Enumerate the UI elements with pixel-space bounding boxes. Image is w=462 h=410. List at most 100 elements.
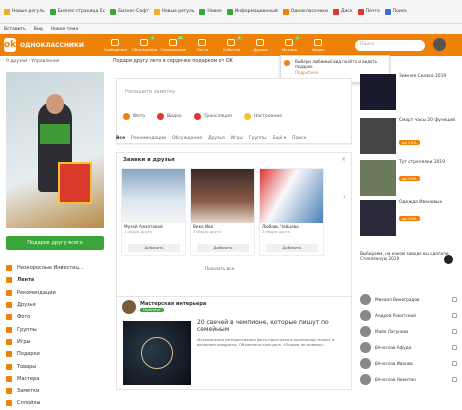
list-item[interactable]: Андрей Ракитский [360,307,457,323]
sidebar-item-friends[interactable]: Друзья [6,299,106,311]
avatar[interactable] [122,300,136,314]
tab-recommendations[interactable]: Рекомендации [131,136,166,141]
post-title[interactable]: 20 свечей в чемпионе, которые пишут по с… [197,319,347,333]
bookmark-item[interactable]: Новое [199,8,222,15]
bookmark-item[interactable]: Поиск [384,8,407,15]
bookmark-icon [357,8,364,15]
bookmark-item[interactable]: Одноклассники [282,8,328,15]
mail-icon [111,38,120,46]
action-video[interactable]: Видео [157,113,182,120]
search-input[interactable]: Поиск [355,40,425,51]
list-item[interactable]: Вячеслав Никитин [360,371,457,387]
list-item[interactable]: Вячеслав Иванов [360,355,457,371]
show-all-link[interactable]: Показать все [205,266,234,271]
action-live[interactable]: Трансляция [193,113,232,120]
bookmark-icon [226,8,233,15]
avatar[interactable] [433,38,446,51]
avatar [360,341,371,353]
checkbox-icon[interactable] [452,296,457,302]
nav-messages[interactable]: Сообщения [102,38,129,52]
center-column: Подари другу лето в сердечке подарком от… [110,55,390,390]
checkbox-icon[interactable] [452,360,457,366]
bookmark-icon [4,8,10,15]
list-item[interactable]: Вячеслав Афуда [360,339,457,355]
menu-item[interactable]: Вставить [4,27,26,32]
add-friend-button[interactable]: Добавить [128,244,180,252]
star-icon [227,38,236,46]
music-icon [285,38,294,46]
sidebar-item-notes[interactable]: Заметки [6,385,106,397]
bookmark-item[interactable]: Бизнес-Софт [110,8,149,15]
friend-card[interactable]: Любовь Чайцева 2 общих друга Добавить [259,168,324,256]
list-item[interactable]: Михаил Виноградов [360,291,457,307]
price-badge: до 29% [399,176,420,181]
post-input[interactable]: Напишите заметку [121,83,347,101]
bookmark-item[interactable]: Бизнес-страница Ес [49,8,105,15]
nav-discussions[interactable]: 1 Обсуждения [131,35,158,52]
clock-shape [141,337,173,369]
tab-search[interactable]: Поиск [292,136,306,141]
tab-friends[interactable]: Друзья [208,136,225,141]
nav-notifications[interactable]: 10 Оповещения [160,35,187,52]
close-icon[interactable]: × [341,156,346,163]
status-badge: Полезное [140,308,164,312]
friends-icon [6,302,12,309]
sidebar-item-photos[interactable]: Фото [6,311,106,323]
gift-friend-button[interactable]: Подарок другу всего [6,236,104,250]
tab-groups[interactable]: Группы [249,136,267,141]
bookmark-item[interactable]: Новые регуль [153,8,194,15]
menu-item[interactable]: Новое тема [51,27,78,32]
post-composer: Напишите заметку Фото Видео Трансляция Н… [116,78,352,144]
tab-all[interactable]: Все [116,136,125,141]
nav-friends[interactable]: Друзья [247,38,274,52]
friend-card[interactable]: Музей Ахматовой 2 общих друга Добавить [121,168,186,256]
post-author[interactable]: Мастерская интерьера [140,301,206,307]
sidebar-item-games[interactable]: Игры [6,336,106,348]
checkbox-icon[interactable] [452,328,457,334]
friend-card[interactable]: Вика Ива 2 общих друга Добавить [190,168,255,256]
bookmark-item[interactable]: Почта [357,8,380,15]
sidebar-item-feed[interactable]: Лента [6,274,106,286]
sidebar-item-groups[interactable]: Группы [6,323,106,335]
menu-item[interactable]: Вид [34,27,43,32]
add-friend-button[interactable]: Добавить [266,244,318,252]
nav-music[interactable]: 1 Музыка [276,35,303,52]
camera-icon [123,113,130,120]
tab-more[interactable]: Ещё ▾ [273,136,287,141]
profile-photo[interactable] [6,72,104,228]
action-mood[interactable]: Настроение [243,113,282,120]
games-icon [6,338,12,345]
sidebar-item-profile[interactable]: Низкорослые Инвестиц… [6,262,106,274]
bookmark-icon [282,8,289,15]
bookmark-item[interactable]: Диск [332,8,353,15]
avatar[interactable] [444,255,453,264]
checkbox-icon[interactable] [452,376,457,382]
sidebar-item-goods[interactable]: Товары [6,360,106,372]
nav-events[interactable]: 8 События [218,35,245,52]
add-friend-button[interactable]: Добавить [197,244,249,252]
avatar [360,309,371,321]
bookmark-item[interactable]: Новые регуль [4,8,45,15]
nav-guests[interactable]: Гости [189,38,216,52]
tools-icon [6,375,12,382]
nav-video[interactable]: Видео [305,38,332,52]
gift-promo[interactable]: Подари другу лето в сердечке подарком от… [113,59,233,64]
bookmark-item[interactable]: Информационный [226,8,278,15]
sidebar-item-gifts[interactable]: Подарки [6,348,106,360]
ok-logo-icon[interactable]: ok [4,38,16,52]
tab-games[interactable]: Игры [231,136,243,141]
sidebar-item-recommendations[interactable]: Рекомендации [6,287,106,299]
sidebar-item-masters[interactable]: Мастера [6,373,106,385]
post-image[interactable] [123,321,191,385]
brand-name[interactable]: ОДНОКЛАССНИКИ [20,42,84,49]
chevron-right-icon[interactable]: › [343,193,346,201]
sidebar-item-tips[interactable]: Сплойлы [6,397,106,409]
price-badge: до 29% [399,140,420,145]
checkbox-icon[interactable] [452,312,457,318]
tab-discussions[interactable]: Обсуждения [172,136,202,141]
checkbox-icon[interactable] [452,344,457,350]
bookmark-icon [199,8,206,15]
section-title: Заявки в друзья [123,157,175,163]
list-item[interactable]: Майя Лагунова [360,323,457,339]
action-photo[interactable]: Фото [123,113,145,120]
